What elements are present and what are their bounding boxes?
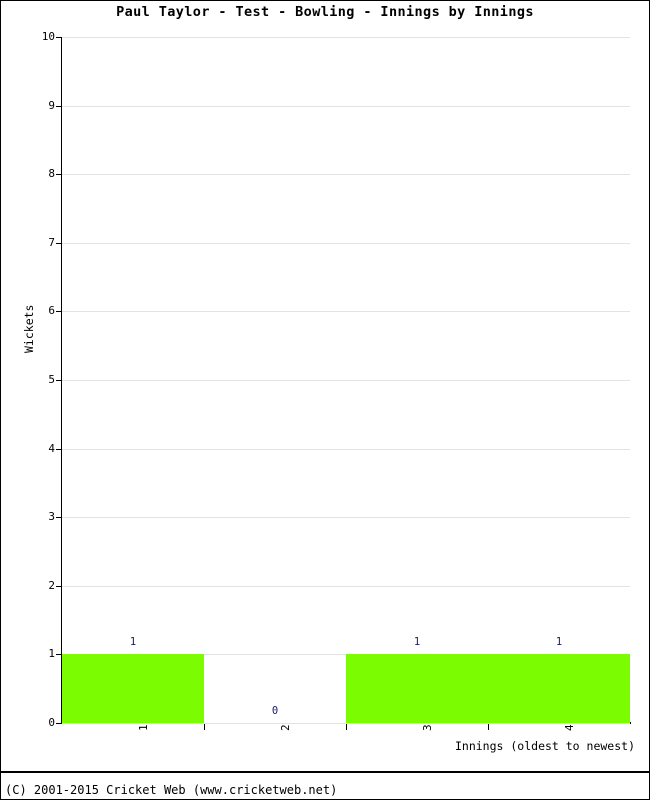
x-axis-tick-mark xyxy=(346,724,347,730)
bar[interactable] xyxy=(488,654,630,723)
gridline xyxy=(62,242,630,244)
y-axis-tick-label: 8 xyxy=(48,167,55,181)
gridline xyxy=(62,174,630,176)
gridline xyxy=(62,380,630,381)
y-axis-tick-mark xyxy=(56,654,62,656)
y-axis-tick-label: 0 xyxy=(48,716,55,729)
x-axis-title: Innings (oldest to newest) xyxy=(454,739,635,753)
y-axis-tick-mark xyxy=(56,242,62,244)
y-axis-tick-label: 3 xyxy=(48,510,55,524)
gridline xyxy=(62,311,630,313)
bar-value-label: 0 xyxy=(271,705,279,717)
page-title: Paul Taylor - Test - Bowling - Innings b… xyxy=(116,4,534,20)
gridline xyxy=(62,105,630,107)
y-axis-tick-label: 10 xyxy=(41,30,55,43)
gridline xyxy=(62,448,630,450)
y-axis-tick-mark xyxy=(56,37,62,38)
x-axis-tick-label: 4 xyxy=(563,724,576,731)
copyright-text: (C) 2001-2015 Cricket Web (www.cricketwe… xyxy=(5,783,338,797)
y-axis-tick-mark xyxy=(56,517,62,519)
bar[interactable] xyxy=(346,654,488,723)
y-axis-tick-mark xyxy=(56,380,62,381)
x-axis-tick-mark xyxy=(204,724,205,730)
bar[interactable] xyxy=(62,654,204,723)
gridline xyxy=(62,585,630,587)
y-axis-tick-label: 1 xyxy=(48,647,55,661)
footer-divider xyxy=(1,771,649,773)
y-axis-tick-label: 5 xyxy=(48,373,55,386)
gridline xyxy=(62,37,630,38)
y-axis-tick-mark xyxy=(56,311,62,313)
x-axis-tick-label: 1 xyxy=(137,724,150,731)
y-axis-tick-mark xyxy=(56,585,62,587)
y-axis-tick-mark xyxy=(56,448,62,450)
y-axis-tick-label: 2 xyxy=(48,578,55,592)
x-axis-tick-label: 3 xyxy=(421,724,434,731)
x-axis-tick-mark xyxy=(488,724,489,730)
gridline xyxy=(62,517,630,519)
y-axis-tick-label: 9 xyxy=(48,98,55,112)
x-axis-tick-label: 2 xyxy=(279,724,292,731)
bar-value-label: 1 xyxy=(413,636,421,649)
plot-area xyxy=(62,37,630,724)
chart-page: Paul Taylor - Test - Bowling - Innings b… xyxy=(0,0,650,800)
y-axis-tick-label: 4 xyxy=(48,441,55,455)
y-axis-tick-mark xyxy=(56,723,62,724)
bar-value-label: 1 xyxy=(555,636,563,649)
y-axis-tick-mark xyxy=(56,174,62,176)
y-axis-tick-label: 7 xyxy=(48,235,55,249)
bar-value-label: 1 xyxy=(129,636,137,649)
y-axis-title: Wickets xyxy=(22,304,36,353)
y-axis-tick-labels: 0 1 2 3 4 5 6 7 8 9 10 xyxy=(13,1,55,799)
y-axis-tick-mark xyxy=(56,105,62,107)
